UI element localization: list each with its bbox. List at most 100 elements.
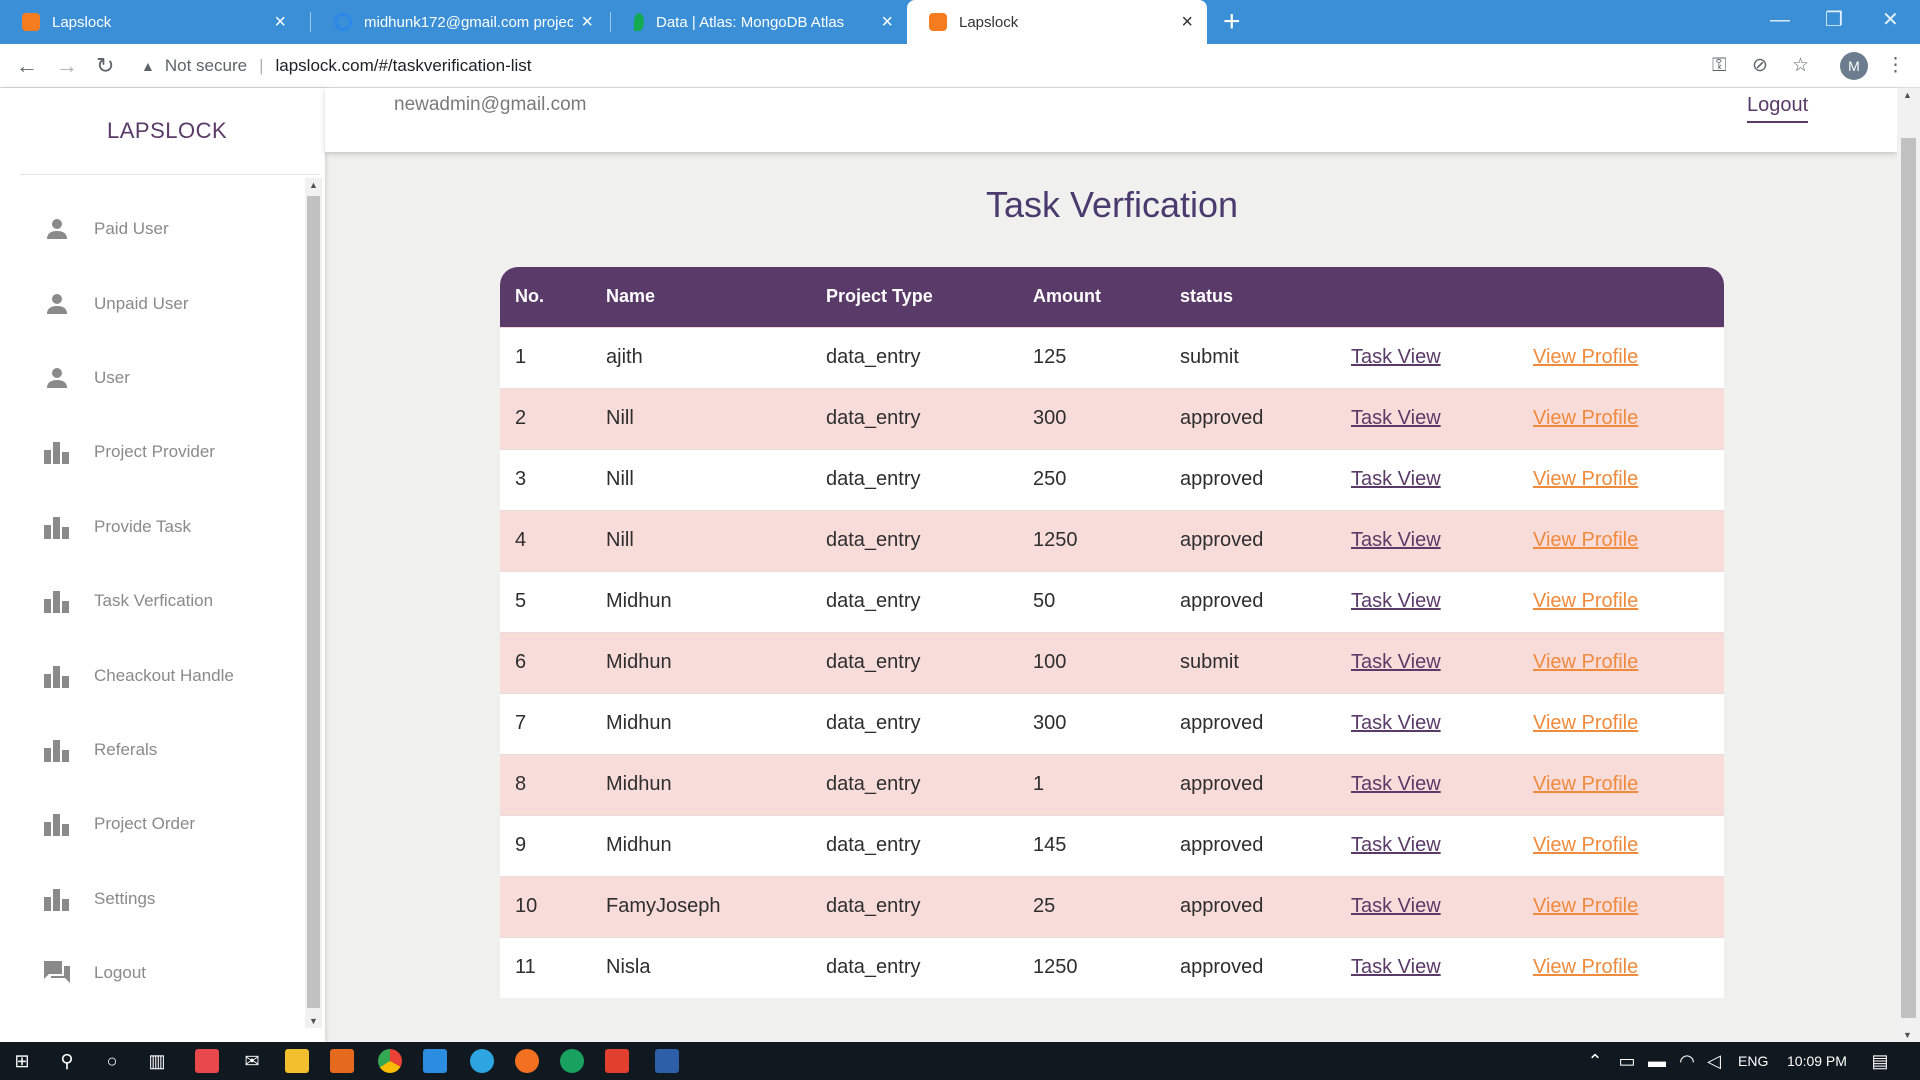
window-close-icon[interactable]: ✕ [1882,6,1899,34]
task-view-link[interactable]: Task View [1351,529,1441,551]
key-icon[interactable]: ⚿ [1712,53,1726,79]
table-row: 5 Midhun data_entry 50 approved Task View View… [500,571,1724,632]
star-icon[interactable]: ☆ [1792,53,1809,79]
task-view-link[interactable]: Task View [1351,407,1441,429]
vscode-icon[interactable] [423,1049,447,1073]
task-view-link[interactable]: Task View [1351,651,1441,673]
new-tab-icon[interactable]: + [1223,6,1241,38]
sidebar-item-project-provider[interactable]: Project Provider [0,415,305,489]
task-view-link[interactable]: Task View [1351,468,1441,490]
minimize-icon[interactable]: — [1770,6,1790,34]
task-view-link[interactable]: Task View [1351,773,1441,795]
sublime-text-icon[interactable] [330,1049,354,1073]
cortana-icon[interactable]: ○ [100,1049,124,1073]
telegram-icon[interactable] [470,1049,494,1073]
browser-tab[interactable]: Data | Atlas: MongoDB Atlas × [612,0,907,44]
restore-icon[interactable]: ❐ [1825,6,1843,34]
close-tab-icon[interactable]: × [274,12,286,32]
lapslock-favicon-icon [22,13,40,31]
sidebar-item-unpaid-user[interactable]: Unpaid User [0,266,305,340]
scroll-up-icon[interactable]: ▲ [309,180,318,190]
view-profile-link[interactable]: View Profile [1533,651,1638,673]
task-view-link[interactable]: Task View [1351,590,1441,612]
more-menu-icon[interactable]: ⋮ [1886,53,1905,79]
notification-icon[interactable]: ▤ [1868,1049,1892,1073]
cell-amount: 300 [1033,407,1067,429]
scroll-down-icon[interactable]: ▼ [309,1016,318,1026]
eye-off-icon[interactable]: ⊘ [1752,53,1768,79]
person-icon [44,216,70,242]
view-profile-link[interactable]: View Profile [1533,407,1638,429]
wifi-icon[interactable]: ◠ [1675,1049,1699,1073]
sidebar-item-provide-task[interactable]: Provide Task [0,490,305,564]
scroll-down-icon[interactable]: ▼ [1903,1030,1912,1040]
view-profile-link[interactable]: View Profile [1533,834,1638,856]
sidebar-item-cheackout-handle[interactable]: Cheackout Handle [0,638,305,712]
browser-tab[interactable]: midhunk172@gmail.com project × [312,0,607,44]
browser-tab[interactable]: Lapslock × [0,0,300,44]
profile-avatar[interactable]: M [1840,52,1868,80]
windows-start-icon[interactable]: ⊞ [10,1049,34,1073]
sidebar-item-user[interactable]: User [0,341,305,415]
view-profile-link[interactable]: View Profile [1533,895,1638,917]
sidebar-item-logout[interactable]: Logout [0,936,305,1010]
device-icon[interactable]: ▭ [1615,1049,1639,1073]
address-bar[interactable]: ▲ Not secure | lapslock.com/#/taskverifi… [141,54,532,78]
file-explorer-icon[interactable] [285,1049,309,1073]
cell-view-profile: View Profile [1518,510,1724,571]
sidebar-scroll-thumb[interactable] [307,196,320,1008]
page-scroll-thumb[interactable] [1901,138,1916,1018]
task-view-link[interactable]: Task View [1351,834,1441,856]
chevron-up-icon[interactable]: ⌃ [1583,1049,1607,1073]
cell-no: 6 [515,651,527,673]
sidebar-item-referals[interactable]: Referals [0,713,305,787]
task-view-link[interactable]: Task View [1351,956,1441,978]
gift-app-icon[interactable] [195,1049,219,1073]
task-view-link[interactable]: Task View [1351,346,1441,368]
view-profile-link[interactable]: View Profile [1533,346,1638,368]
cell-name: Midhun [606,712,672,734]
reload-icon[interactable]: ↻ [96,52,114,80]
mail-icon[interactable]: ✉ [240,1049,264,1073]
task-view-icon[interactable]: ▥ [145,1049,169,1073]
sidebar-item-project-order[interactable]: Project Order [0,787,305,861]
view-profile-link[interactable]: View Profile [1533,712,1638,734]
scroll-up-icon[interactable]: ▲ [1903,90,1912,100]
anydesk-icon[interactable] [605,1049,629,1073]
postman-icon[interactable] [515,1049,539,1073]
terminal-icon[interactable] [655,1049,679,1073]
brand-logo-text[interactable]: LAPSLOCK [107,118,227,144]
user-email: newadmin@gmail.com [394,94,587,115]
view-profile-link[interactable]: View Profile [1533,590,1638,612]
sidebar-item-paid-user[interactable]: Paid User [0,192,305,266]
sidebar-item-settings[interactable]: Settings [0,862,305,936]
view-profile-link[interactable]: View Profile [1533,468,1638,490]
view-profile-link[interactable]: View Profile [1533,529,1638,551]
sidebar-item-task-verfication[interactable]: Task Verfication [0,564,305,638]
close-tab-icon[interactable]: × [881,12,893,32]
task-verification-table: No. Name Project Type Amount status 1 aji… [500,267,1724,998]
language-indicator[interactable]: ENG [1738,1053,1768,1069]
windows-taskbar: ⊞ ⚲ ○ ▥ ✉ ⌃ ▭ ▬ ◠ ◁ ENG 10:09 PM ▤ [0,1042,1920,1080]
view-profile-link[interactable]: View Profile [1533,773,1638,795]
close-tab-icon[interactable]: × [581,12,593,32]
close-tab-icon[interactable]: × [1181,12,1193,32]
task-view-link[interactable]: Task View [1351,712,1441,734]
clock[interactable]: 10:09 PM [1787,1053,1847,1069]
battery-icon[interactable]: ▬ [1645,1049,1669,1073]
back-icon[interactable]: ← [16,52,38,80]
page-scrollbar[interactable]: ▲ ▼ [1897,88,1920,1042]
browser-tab-strip: Lapslock × midhunk172@gmail.com project … [0,0,1920,44]
view-profile-link[interactable]: View Profile [1533,956,1638,978]
sidebar-scrollbar[interactable]: ▲ ▼ [305,178,322,1028]
header-logout-button[interactable]: Logout [1747,94,1809,123]
volume-icon[interactable]: ◁ [1702,1049,1726,1073]
forward-icon[interactable]: → [56,52,78,80]
task-view-link[interactable]: Task View [1351,895,1441,917]
app-icon[interactable] [560,1049,584,1073]
chrome-icon[interactable] [378,1049,402,1073]
cell-status: approved [1180,956,1264,979]
browser-tab-active[interactable]: Lapslock × [907,0,1207,44]
search-icon[interactable]: ⚲ [55,1049,79,1073]
sidebar-menu: Paid User Unpaid User User Project Provider… [0,192,305,1010]
